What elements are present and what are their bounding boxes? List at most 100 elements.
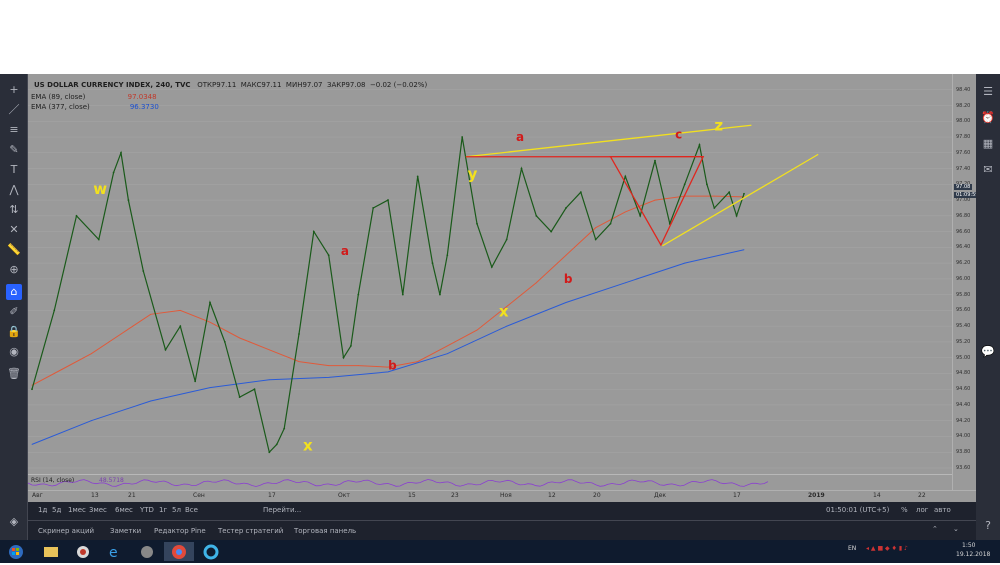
high-value: 97.11 xyxy=(261,81,282,89)
ruler-icon[interactable]: 📏 xyxy=(6,242,22,258)
start-button[interactable] xyxy=(2,542,32,561)
price-tick-label: 96.20 xyxy=(956,260,971,267)
brush-icon[interactable]: ✎ xyxy=(6,142,22,158)
eye-icon[interactable]: ◉ xyxy=(6,344,22,360)
series-point xyxy=(342,356,345,359)
media-icon[interactable] xyxy=(132,542,162,561)
price-tick-label: 98.00 xyxy=(956,118,971,125)
time-tick-label: 14 xyxy=(873,492,881,499)
ie-icon[interactable]: e xyxy=(100,542,130,561)
price-tick-label: 93.80 xyxy=(956,449,971,456)
series-point xyxy=(283,427,286,430)
magnet-icon[interactable]: ⌂ xyxy=(6,284,22,300)
series-point xyxy=(209,387,211,389)
price-tick-label: 94.40 xyxy=(956,401,971,408)
clock-date[interactable]: 19.12.2018 xyxy=(956,551,990,558)
price-tick-label: 96.80 xyxy=(956,212,971,219)
range-button[interactable]: 1д xyxy=(38,506,47,514)
panel-tab[interactable]: Скринер акций xyxy=(38,527,94,535)
series-point xyxy=(565,254,567,256)
goto-date-button[interactable]: Перейти... xyxy=(263,506,301,514)
panel-tab[interactable]: Тестер стратегий xyxy=(218,527,283,535)
panel-tab[interactable]: Заметки xyxy=(110,527,141,535)
time-tick-label: Авг xyxy=(32,492,43,499)
range-button[interactable]: 5л xyxy=(172,506,181,514)
ema89-legend[interactable]: EMA (89, close) 97.0348 xyxy=(31,93,157,101)
auto-toggle[interactable]: авто xyxy=(934,506,951,514)
pattern-icon[interactable]: ⋀ xyxy=(6,182,22,198)
language-indicator[interactable]: EN xyxy=(848,545,856,552)
rsi-label: RSI (14, close) xyxy=(31,477,75,484)
series-point xyxy=(209,301,211,304)
range-button[interactable]: 6мес xyxy=(115,506,133,514)
range-button[interactable]: 1мес xyxy=(68,506,86,514)
range-button[interactable]: 3мес xyxy=(89,506,107,514)
maximize-panel-icon[interactable]: ⌃ xyxy=(932,525,938,533)
help-icon[interactable]: ? xyxy=(980,518,996,534)
series-point xyxy=(298,333,300,335)
chat-icon[interactable]: 💬 xyxy=(980,344,996,360)
lock-icon[interactable]: 🔒 xyxy=(6,324,22,340)
alerts-icon[interactable]: ⏰ xyxy=(980,110,996,126)
stay-in-drawing-icon[interactable]: ✐ xyxy=(6,304,22,320)
time-axis[interactable]: Авг 13 21 Сен 17 Окт 15 23 Ноя 12 20 Дек 17 2019 14 22 xyxy=(28,490,976,502)
last-price-badge: 97.08 xyxy=(954,184,973,190)
clock-time[interactable]: 1:50 xyxy=(962,542,975,549)
ideas-icon[interactable]: ✉ xyxy=(980,162,996,178)
range-button[interactable]: 5д xyxy=(52,506,61,514)
close-value: 97.08 xyxy=(345,81,366,89)
series-point xyxy=(654,199,656,201)
explorer-icon[interactable] xyxy=(36,542,66,561)
crosshair-icon[interactable]: + xyxy=(6,82,22,98)
chrome-icon[interactable] xyxy=(164,542,194,561)
fib-icon[interactable]: ≡ xyxy=(6,122,22,138)
chart-pane[interactable]: w x a b y x a b c z US DOLLAR CURRENCY INDEX, 240… xyxy=(28,74,952,474)
change-value: −0.02 (−0.02%) xyxy=(369,81,428,89)
rsi-pane[interactable]: RSI (14, close) 48.5718 xyxy=(27,474,952,490)
trash-icon[interactable]: 🗑 xyxy=(6,366,22,382)
prediction-icon[interactable]: ⇅ xyxy=(6,202,22,218)
trend-line-icon[interactable]: ／ xyxy=(6,102,22,118)
opera-icon[interactable] xyxy=(196,542,226,561)
series-point xyxy=(238,396,241,398)
series-point xyxy=(417,361,419,363)
series-point xyxy=(179,325,182,328)
series-point xyxy=(624,282,626,284)
panel-tab[interactable]: Торговая панель xyxy=(294,527,356,535)
drawing-toolbar: + ／ ≡ ✎ T ⋀ ⇅ ✕ 📏 ⊕ ⌂ ✐ 🔒 ◉ 🗑 ◈ xyxy=(0,74,28,540)
series-point xyxy=(706,183,708,186)
series-point xyxy=(239,337,241,339)
range-button[interactable]: YTD xyxy=(140,506,154,514)
zoom-icon[interactable]: ⊕ xyxy=(6,262,22,278)
series-point xyxy=(550,230,553,233)
series-point xyxy=(253,388,256,391)
range-button[interactable]: 1г xyxy=(159,506,167,514)
series-point xyxy=(97,238,100,241)
text-icon[interactable]: T xyxy=(6,162,22,178)
time-tick-label: Ноя xyxy=(500,492,512,499)
series-point xyxy=(609,222,612,225)
app-eye-icon[interactable] xyxy=(68,542,98,561)
range-toolbar: 1д 5д 1мес 3мес 6мес YTD 1г 5л Все Перейти... 01… xyxy=(28,502,976,520)
time-tick-label: 23 xyxy=(451,492,459,499)
tray-icons[interactable]: ◂ ▲ ■ ◆ ♦ ▮ ♪ xyxy=(866,545,908,552)
time-tick-label: Дек xyxy=(654,492,667,499)
price-axis[interactable]: 98.4098.2098.0097.8097.6097.4097.2097.00… xyxy=(952,74,981,490)
watchlist-icon[interactable]: ☰ xyxy=(980,84,996,100)
layers-icon[interactable]: ◈ xyxy=(6,514,22,530)
ema377-legend[interactable]: EMA (377, close) 96.3730 xyxy=(31,103,159,111)
log-toggle[interactable]: лог xyxy=(916,506,928,514)
series-point xyxy=(565,207,567,209)
series-point xyxy=(698,144,701,146)
range-button[interactable]: Все xyxy=(185,506,198,514)
shapes-icon[interactable]: ✕ xyxy=(6,222,22,238)
percent-toggle[interactable]: % xyxy=(901,506,908,514)
panel-tab[interactable]: Редактор Pine xyxy=(154,527,206,535)
top-blank-area xyxy=(0,0,1000,74)
series-point xyxy=(357,365,359,366)
time-tick-label: 22 xyxy=(918,492,926,499)
calendar-icon[interactable]: ▦ xyxy=(980,136,996,152)
close-panel-icon[interactable]: ⌄ xyxy=(953,525,959,533)
wave-label-w: w xyxy=(93,180,107,198)
price-chart[interactable]: w x a b y x a b c z xyxy=(28,74,952,474)
